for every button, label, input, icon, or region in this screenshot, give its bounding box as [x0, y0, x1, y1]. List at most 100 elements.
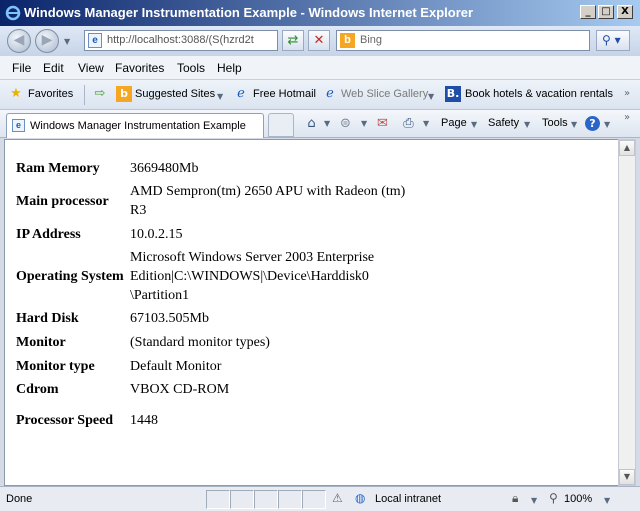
chevron-down-icon[interactable]: ▼ [324, 119, 330, 128]
book-hotels-link[interactable]: Book hotels & vacation rentals [465, 88, 613, 100]
status-text: Done [6, 493, 33, 505]
info-value: Default Monitor [130, 358, 222, 374]
info-label: Processor Speed [16, 412, 114, 428]
maximize-button[interactable]: □ [598, 5, 614, 19]
home-icon[interactable]: ⌂ [303, 115, 320, 132]
info-value: VBOX CD-ROM [130, 381, 230, 397]
system-info-table: Ram Memory 3669480Mb Main processor AMD Sem… [16, 156, 412, 440]
stop-icon: ✕ [313, 33, 325, 48]
search-button[interactable]: ⚲ ▾ [596, 30, 630, 51]
menu-help[interactable]: Help [217, 61, 242, 75]
menu-file[interactable]: File [12, 61, 31, 75]
lock-icon[interactable]: 🔒︎ [512, 491, 518, 506]
info-row: Monitor (Standard monitor types) [16, 330, 412, 354]
safety-menu[interactable]: Safety [488, 117, 519, 129]
info-value: Microsoft Windows Server 2003 Enterprise… [130, 249, 375, 303]
chevron-down-icon[interactable]: ▼ [217, 92, 223, 101]
info-label: Operating System [16, 268, 124, 284]
add-favorite-icon[interactable]: ⇨ [92, 86, 108, 102]
menu-tools[interactable]: Tools [177, 61, 205, 75]
address-input[interactable]: e http://localhost:3088/(S(hzrd2t [84, 30, 278, 51]
forward-button[interactable]: ▶ [35, 29, 59, 53]
info-value: 67103.505Mb [130, 310, 209, 326]
search-placeholder: Bing [360, 34, 383, 46]
menu-favorites[interactable]: Favorites [115, 61, 164, 75]
favorites-button[interactable]: Favorites [28, 88, 73, 100]
bing-icon: b [116, 86, 132, 102]
mail-icon[interactable]: ✉ [374, 115, 391, 132]
info-value: 3669480Mb [130, 160, 199, 176]
refresh-icon: ⇄ [287, 33, 299, 48]
free-hotmail-link[interactable]: Free Hotmail [253, 88, 316, 100]
info-label: IP Address [16, 226, 81, 242]
address-url: http://localhost:3088/(S(hzrd2t [107, 34, 254, 46]
back-button[interactable]: ◀ [7, 29, 31, 53]
chevron-down-icon[interactable]: ▼ [604, 120, 610, 129]
scroll-down-button[interactable]: ▼ [619, 469, 635, 485]
page-menu[interactable]: Page [441, 117, 467, 129]
chevron-down-icon[interactable]: ▼ [361, 119, 367, 128]
ie-logo-icon [5, 5, 21, 21]
status-pane [302, 490, 326, 509]
chevron-down-icon[interactable]: ▼ [423, 119, 429, 128]
command-bar: e Windows Manager Instrumentation Exampl… [0, 110, 640, 138]
info-row: Cdrom VBOX CD-ROM [16, 378, 412, 400]
menu-bar: File Edit View Favorites Tools Help [0, 56, 640, 80]
chevron-down-icon[interactable]: ▼ [571, 120, 577, 129]
info-value: 10.0.2.15 [130, 226, 183, 242]
info-label: Cdrom [16, 381, 59, 397]
zoom-level[interactable]: 100% [564, 493, 592, 505]
info-label: Ram Memory [16, 160, 100, 176]
minimize-button[interactable]: _ [580, 5, 596, 19]
back-arrow-icon: ◀ [13, 32, 25, 48]
chevron-down-icon[interactable]: ▼ [524, 120, 530, 129]
info-row: Main processor AMD Sempron(tm) 2650 APU w… [16, 180, 412, 222]
info-value: AMD Sempron(tm) 2650 APU with Radeon (tm… [130, 184, 406, 218]
zoom-icon[interactable]: ⚲ [549, 491, 558, 505]
chevron-down-icon[interactable]: ▼ [471, 120, 477, 129]
close-button[interactable]: X [617, 5, 633, 19]
page-icon: e [88, 33, 102, 48]
info-row: Monitor type Default Monitor [16, 354, 412, 378]
vertical-scrollbar[interactable]: ▲ ▼ [618, 139, 636, 486]
refresh-button[interactable]: ⇄ [282, 30, 304, 51]
bing-icon: b [340, 33, 355, 48]
info-row: Hard Disk 67103.505Mb [16, 306, 412, 330]
chevron-down-icon[interactable]: ▼ [531, 496, 537, 505]
stop-button[interactable]: ✕ [308, 30, 330, 51]
info-label: Hard Disk [16, 310, 79, 326]
booking-icon: B. [445, 86, 461, 102]
info-row: Operating System Microsoft Windows Server… [16, 246, 412, 306]
status-pane [230, 490, 254, 509]
new-tab-button[interactable] [268, 113, 294, 137]
web-slice-gallery-link[interactable]: Web Slice Gallery [341, 88, 428, 100]
chevron-down-icon[interactable]: ▼ [604, 496, 610, 505]
chevron-more-icon[interactable]: » [624, 112, 630, 123]
tools-menu[interactable]: Tools [542, 117, 568, 129]
globe-icon: ◍ [355, 491, 366, 505]
address-toolbar: ◀ ▶ ▼ e http://localhost:3088/(S(hzrd2t … [0, 26, 640, 56]
page-content: Ram Memory 3669480Mb Main processor AMD Sem… [4, 139, 618, 486]
info-row: Ram Memory 3669480Mb [16, 156, 412, 180]
chevron-down-icon[interactable]: ▼ [428, 92, 434, 101]
chevron-more-icon[interactable]: » [624, 88, 630, 99]
suggested-sites-link[interactable]: Suggested Sites [135, 88, 215, 100]
search-input[interactable]: b Bing [336, 30, 590, 51]
print-icon[interactable]: ⎙ [400, 115, 417, 132]
info-value: (Standard monitor types) [130, 334, 270, 350]
rss-icon[interactable]: ⊜ [337, 115, 354, 132]
search-icon: ⚲ ▾ [602, 33, 621, 47]
favorites-star-icon: ★ [10, 86, 22, 101]
history-dropdown-icon[interactable]: ▼ [64, 37, 70, 46]
security-zone[interactable]: Local intranet [375, 493, 441, 505]
ie-page-icon: ℯ [237, 86, 245, 101]
help-icon[interactable]: ? [585, 116, 600, 131]
info-label: Monitor type [16, 358, 95, 374]
tab-current-page[interactable]: e Windows Manager Instrumentation Exampl… [6, 113, 264, 138]
menu-view[interactable]: View [78, 61, 104, 75]
protected-mode-icon: ⚠ [332, 491, 343, 505]
menu-edit[interactable]: Edit [43, 61, 64, 75]
page-icon: e [12, 119, 25, 132]
status-pane [278, 490, 302, 509]
scroll-up-button[interactable]: ▲ [619, 140, 635, 156]
